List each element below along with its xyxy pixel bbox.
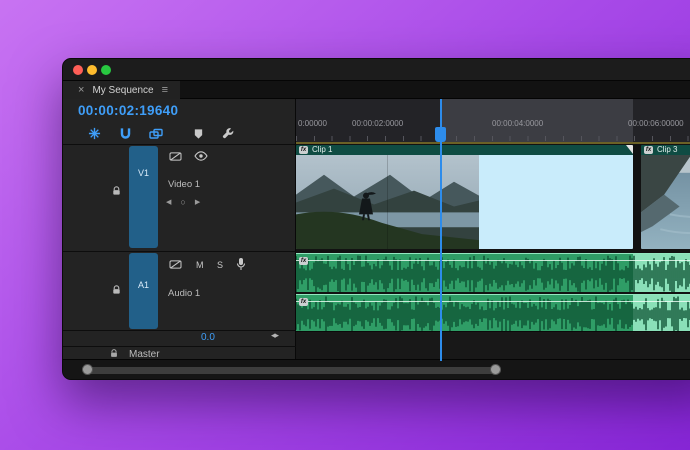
window-titlebar[interactable] <box>63 59 690 81</box>
close-panel-icon[interactable]: × <box>78 84 84 96</box>
panel-tab-bar: × My Sequence ≡ <box>63 81 690 99</box>
audio-track-name: Audio 1 <box>168 288 201 299</box>
pan-keyframe-icon[interactable]: ◂▸ <box>271 330 279 341</box>
ruler-ticks <box>296 136 690 141</box>
timeline-panel: 00:00:02:19640 V1 Video 1 ◀ ○ ▶ A1 M S A… <box>63 99 690 361</box>
audio-clip-channel-2[interactable]: fx <box>296 294 690 331</box>
sequence-tab-title: My Sequence <box>92 84 154 96</box>
audio-fx-badge[interactable]: fx <box>299 257 308 265</box>
ruler-label: 00:00:04:0000 <box>492 119 544 128</box>
keyframe-nav: ◀ ○ ▶ <box>166 198 200 207</box>
divider <box>63 330 296 331</box>
clip3-header: fx Clip 3 <box>641 145 690 155</box>
divider <box>63 144 296 145</box>
close-window-button[interactable] <box>73 65 83 75</box>
video-target-label: V1 <box>137 168 149 178</box>
master-track-lane <box>296 331 690 361</box>
zoom-handle-right[interactable] <box>490 364 501 375</box>
video-clip-1[interactable]: fx Clip 1 <box>296 145 633 249</box>
clip1-thumbnail <box>296 155 479 249</box>
audio-target-label: A1 <box>137 280 149 290</box>
audio-gain-value[interactable]: 0.0 <box>201 332 215 343</box>
zoom-handle-left[interactable] <box>82 364 93 375</box>
volume-band[interactable] <box>296 301 690 302</box>
panel-menu-icon[interactable]: ≡ <box>162 84 168 96</box>
clip3-label: Clip 3 <box>657 145 678 154</box>
video-track-name: Video 1 <box>168 179 201 190</box>
audio-track-target-button[interactable]: A1 <box>129 253 158 329</box>
clip-out-notch <box>626 145 633 154</box>
video-track-lane: fx Clip 1 fx Clip 3 <box>296 144 690 251</box>
audio-track-lane: fx fx <box>296 251 690 331</box>
snap-magnet-icon[interactable] <box>118 126 133 141</box>
prev-keyframe-icon[interactable]: ◀ <box>166 199 171 206</box>
clip-fx-badge[interactable]: fx <box>299 146 308 154</box>
solo-button[interactable]: S <box>217 260 223 270</box>
zoom-window-button[interactable] <box>101 65 111 75</box>
add-marker-icon[interactable] <box>191 126 206 141</box>
mute-button[interactable]: M <box>196 260 204 270</box>
selected-clip-region[interactable] <box>479 155 633 249</box>
track-header-column: 00:00:02:19640 V1 Video 1 ◀ ○ ▶ A1 M S A… <box>63 99 296 361</box>
playhead-timecode[interactable]: 00:00:02:19640 <box>78 103 178 118</box>
clip-fx-badge[interactable]: fx <box>644 146 653 154</box>
video-track-target-button[interactable]: V1 <box>129 146 158 248</box>
track-output-eye-icon[interactable] <box>194 151 208 161</box>
tab-my-sequence[interactable]: × My Sequence ≡ <box>63 81 181 99</box>
audio-sync-lock-icon[interactable] <box>169 259 182 270</box>
divider <box>63 346 296 347</box>
sync-lock-icon[interactable] <box>169 151 182 162</box>
linked-selection-icon[interactable] <box>148 126 163 141</box>
minimize-window-button[interactable] <box>87 65 97 75</box>
video-track-lock-icon[interactable] <box>111 185 122 197</box>
ruler-label: 00:00:06:00000 <box>628 119 684 128</box>
volume-band[interactable] <box>296 260 690 261</box>
playhead-handle[interactable] <box>435 127 446 142</box>
master-track-lock-icon[interactable] <box>109 348 119 359</box>
audio-clip-channel-1[interactable]: fx <box>296 253 690 292</box>
timeline-toolbar <box>63 123 296 144</box>
zoom-scrollbar-strip <box>63 359 690 379</box>
timeline-tracks-area: 0:00000 00:00:02:0000 00:00:04:0000 00:0… <box>296 99 690 361</box>
audio-fx-badge[interactable]: fx <box>299 298 308 306</box>
premiere-timeline-window: × My Sequence ≡ 00:00:02:19640 V1 Video … <box>62 58 690 380</box>
clip1-header: fx Clip 1 <box>296 145 633 155</box>
desktop-background: × My Sequence ≡ 00:00:02:19640 V1 Video … <box>0 0 690 450</box>
horizontal-scrollbar-thumb[interactable] <box>87 367 501 374</box>
clip3-body <box>641 155 690 249</box>
divider <box>63 251 296 252</box>
audio-track-lock-icon[interactable] <box>111 284 122 296</box>
next-keyframe-icon[interactable]: ▶ <box>195 199 200 206</box>
voiceover-mic-icon[interactable] <box>236 257 246 271</box>
add-keyframe-icon[interactable]: ○ <box>180 198 185 207</box>
clip3-thumbnail <box>641 155 690 249</box>
ruler-label: 00:00:02:0000 <box>352 119 404 128</box>
ruler-label: 0:00000 <box>298 119 327 128</box>
video-clip-3[interactable]: fx Clip 3 <box>641 145 690 249</box>
clip1-body <box>296 155 633 249</box>
time-ruler[interactable]: 0:00000 00:00:02:0000 00:00:04:0000 00:0… <box>296 99 690 144</box>
timeline-settings-wrench-icon[interactable] <box>221 126 236 141</box>
nest-toggle-icon[interactable] <box>87 126 102 141</box>
clip1-label: Clip 1 <box>312 145 333 154</box>
